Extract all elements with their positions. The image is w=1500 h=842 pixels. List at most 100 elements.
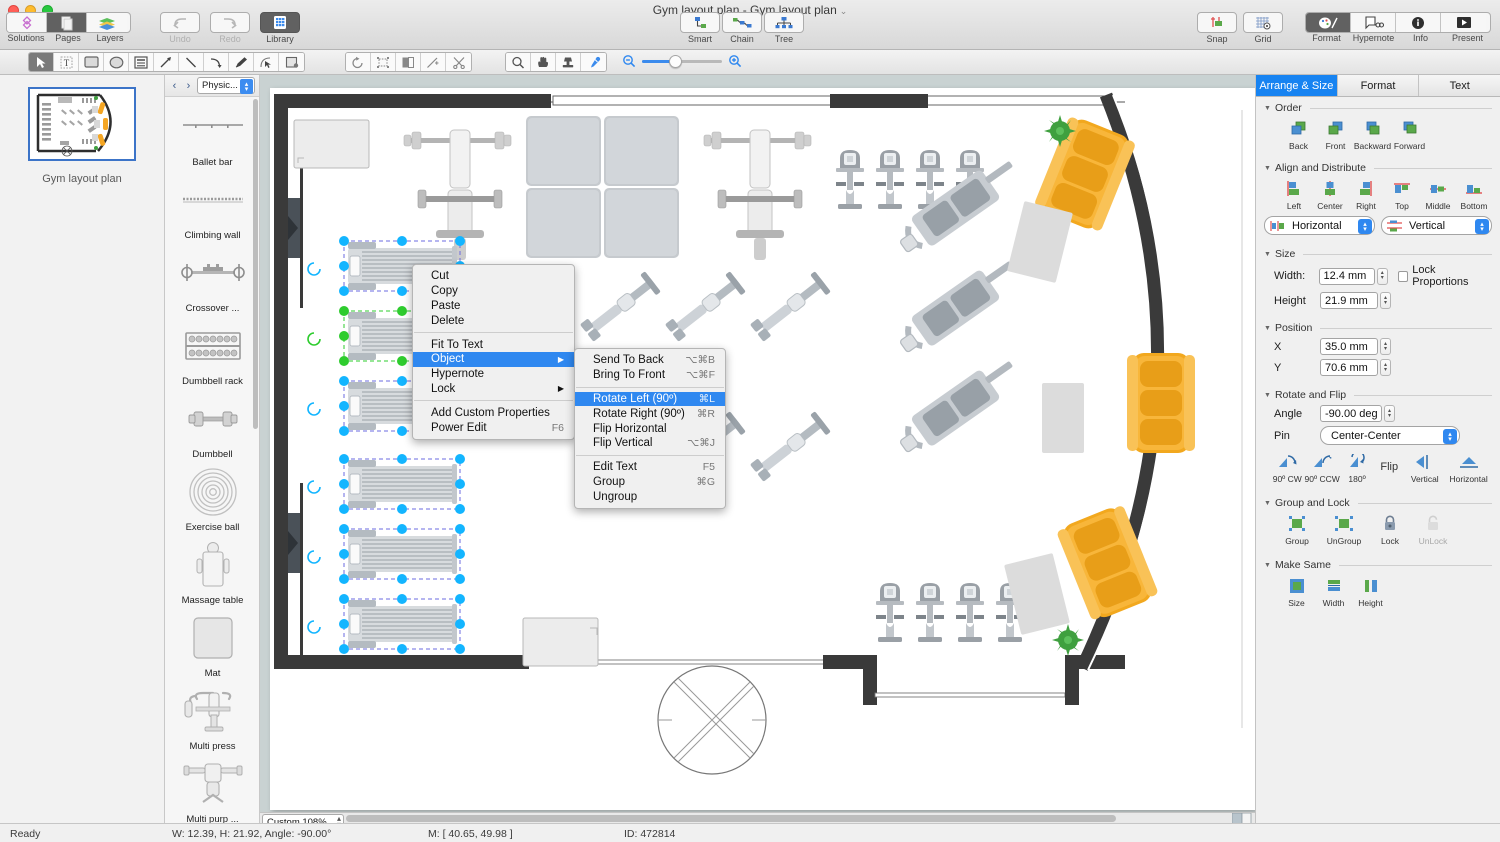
curve-tool[interactable] (204, 53, 229, 71)
canvas-horizontal-scrollbar[interactable] (260, 812, 1255, 823)
y-input[interactable]: 70.6 mm (1320, 359, 1378, 376)
smart-connector-button[interactable]: Smart (680, 12, 720, 44)
solutions-button[interactable] (7, 13, 47, 32)
rotate-tool[interactable] (346, 53, 371, 71)
library-items-list[interactable]: Ballet bar Climbing wall Crossover ... (165, 97, 259, 823)
grid-button[interactable]: Grid (1243, 12, 1283, 44)
submenu-item-edit-text[interactable]: Edit Text F5 (575, 460, 725, 475)
hand-tool[interactable] (531, 53, 556, 71)
library-category-stepper[interactable]: ▴▾ (240, 79, 253, 94)
context-submenu-object[interactable]: Send To Back ⌥⌘B Bring To Front ⌥⌘F Rota… (574, 348, 726, 509)
disclosure-triangle-icon[interactable]: ▼ (1264, 325, 1271, 332)
zoom-in-icon[interactable] (728, 54, 742, 68)
align-right-button[interactable]: Right (1348, 178, 1384, 211)
gym-floor-plan[interactable] (270, 88, 1255, 810)
flip-vertical-button[interactable]: Vertical (1404, 451, 1445, 484)
submenu-item-ungroup[interactable]: Ungroup (575, 489, 725, 504)
zoom-slider[interactable] (642, 60, 722, 63)
snap-button[interactable]: Snap (1197, 12, 1237, 44)
chevron-down-icon[interactable]: ⌄ (840, 6, 848, 16)
redo-button[interactable]: Redo (210, 12, 250, 44)
submenu-item-send-to-back[interactable]: Send To Back ⌥⌘B (575, 353, 725, 368)
distribute-horizontal-select[interactable]: Horizontal ▴▾ (1264, 216, 1375, 235)
library-item-multi-purpose[interactable]: Multi purp ... (165, 754, 259, 823)
layers-button[interactable] (87, 13, 127, 32)
library-item-mat[interactable]: Mat (165, 608, 259, 681)
present-button[interactable] (1441, 13, 1486, 32)
disclosure-triangle-icon[interactable]: ▼ (1264, 105, 1271, 112)
pin-select[interactable]: Center-Center ▴▾ (1320, 426, 1460, 445)
distribute-vertical-select[interactable]: Vertical ▴▾ (1381, 216, 1492, 235)
library-item-climbing-wall[interactable]: Climbing wall (165, 170, 259, 243)
eyedropper-tool[interactable] (581, 53, 606, 71)
make-same-size-button[interactable]: Size (1278, 575, 1315, 608)
disclosure-triangle-icon[interactable]: ▼ (1264, 500, 1271, 507)
rotate-section-header[interactable]: ▼ Rotate and Flip (1264, 389, 1492, 401)
order-front-button[interactable]: Front (1317, 118, 1354, 151)
order-backward-button[interactable]: Backward (1354, 118, 1391, 151)
line-tool[interactable] (179, 53, 204, 71)
distribute-horizontal-stepper[interactable]: ▴▾ (1358, 219, 1372, 234)
ellipse-tool[interactable] (104, 53, 129, 71)
image-tool[interactable] (279, 53, 304, 71)
submenu-item-group[interactable]: Group ⌘G (575, 475, 725, 490)
rotate-90-ccw-button[interactable]: 90º CCW (1305, 451, 1340, 484)
page-thumbnail-item[interactable]: Gym layout plan (28, 87, 136, 185)
disclosure-triangle-icon[interactable]: ▼ (1264, 165, 1271, 172)
zoom-slider-knob[interactable] (669, 55, 682, 68)
context-menu-item-add-custom-properties[interactable]: Add Custom Properties (413, 405, 574, 420)
line-arrow-tool[interactable] (154, 53, 179, 71)
align-top-button[interactable]: Top (1384, 178, 1420, 211)
context-menu[interactable]: Cut Copy Paste Delete Fit To Text Object… (412, 264, 575, 440)
submenu-item-rotate-right[interactable]: Rotate Right (90º) ⌘R (575, 406, 725, 421)
pen-tool[interactable] (229, 53, 254, 71)
group-section-header[interactable]: ▼ Group and Lock (1264, 497, 1492, 509)
angle-stepper[interactable]: ▴▾ (1384, 405, 1395, 422)
position-section-header[interactable]: ▼ Position (1264, 322, 1492, 334)
hypernote-button[interactable] (1351, 13, 1396, 32)
info-button[interactable] (1396, 13, 1441, 32)
submenu-item-bring-to-front[interactable]: Bring To Front ⌥⌘F (575, 368, 725, 383)
context-menu-item-cut[interactable]: Cut (413, 269, 574, 284)
flip-horizontal-button[interactable]: Horizontal (1445, 451, 1492, 484)
page-thumbnail[interactable] (28, 87, 136, 161)
library-item-ballet-bar[interactable]: Ballet bar (165, 97, 259, 170)
undo-button[interactable]: Undo (160, 12, 200, 44)
width-input[interactable]: 12.4 mm (1319, 268, 1375, 285)
pin-stepper[interactable]: ▴▾ (1443, 429, 1457, 444)
lock-proportions-checkbox-row[interactable]: Lock Proportions (1398, 264, 1492, 288)
hscroll-thumb[interactable] (346, 815, 1116, 822)
align-left-button[interactable]: Left (1276, 178, 1312, 211)
make-same-width-button[interactable]: Width (1315, 575, 1352, 608)
tab-arrange-and-size[interactable]: Arrange & Size (1256, 75, 1338, 96)
tab-text[interactable]: Text (1419, 75, 1500, 96)
submenu-item-rotate-left[interactable]: Rotate Left (90º) ⌘L (575, 392, 725, 407)
lock-button[interactable]: Lock (1370, 513, 1410, 546)
disclosure-triangle-icon[interactable]: ▼ (1264, 251, 1271, 258)
size-section-header[interactable]: ▼ Size (1264, 248, 1492, 260)
makesame-section-header[interactable]: ▼ Make Same (1264, 559, 1492, 571)
width-stepper[interactable]: ▴▾ (1377, 268, 1388, 285)
context-menu-item-hypernote[interactable]: Hypernote (413, 367, 574, 382)
group-button[interactable]: Group (1276, 513, 1318, 546)
unlock-button[interactable]: UnLock (1410, 513, 1456, 546)
disclosure-triangle-icon[interactable]: ▼ (1264, 562, 1271, 569)
zoom-out-icon[interactable] (622, 54, 636, 68)
context-menu-item-copy[interactable]: Copy (413, 284, 574, 299)
angle-input[interactable]: -90.00 deg (1320, 405, 1382, 422)
ungroup-button[interactable]: UnGroup (1318, 513, 1370, 546)
canvas-area[interactable] (260, 75, 1255, 812)
table-tool[interactable] (129, 53, 154, 71)
chevron-right-icon[interactable]: › (183, 80, 194, 92)
y-stepper[interactable]: ▴▾ (1380, 359, 1391, 376)
height-input[interactable]: 21.9 mm (1320, 292, 1378, 309)
x-stepper[interactable]: ▴▾ (1380, 338, 1391, 355)
context-menu-item-fit-to-text[interactable]: Fit To Text (413, 337, 574, 352)
submenu-item-flip-vertical[interactable]: Flip Vertical ⌥⌘J (575, 436, 725, 451)
library-item-dumbbell[interactable]: Dumbbell (165, 389, 259, 462)
drawing-page[interactable] (270, 88, 1255, 810)
align-section-header[interactable]: ▼ Align and Distribute (1264, 162, 1492, 174)
order-back-button[interactable]: Back (1280, 118, 1317, 151)
crop-tool[interactable] (371, 53, 396, 71)
context-menu-item-object[interactable]: Object ▶ (413, 352, 574, 367)
